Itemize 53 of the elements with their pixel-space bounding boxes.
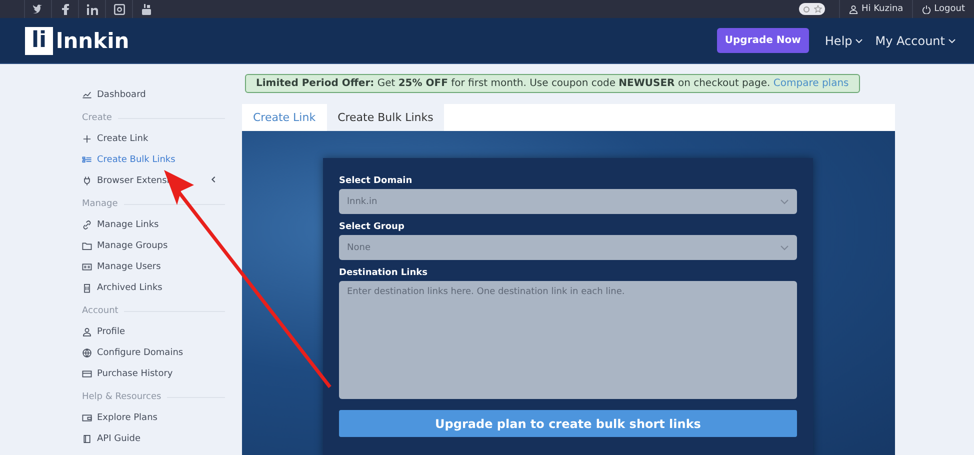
sidebar-item[interactable]: Create Link [82, 128, 225, 149]
plug-icon [82, 176, 92, 186]
sidebar-item[interactable]: Dashboard [82, 84, 225, 105]
chevron-down-icon [780, 244, 789, 250]
theme-toggle[interactable] [799, 3, 826, 15]
card-icon [82, 368, 92, 378]
section-heading: Manage [82, 199, 118, 209]
twitter-icon[interactable] [32, 4, 44, 14]
sidebar-item[interactable]: Browser Extensi [82, 170, 225, 191]
facebook-icon[interactable] [60, 4, 70, 14]
sidebar-item[interactable]: Purchase History [82, 363, 225, 384]
sidebar-item[interactable]: Configure Domains [82, 342, 225, 363]
sidebar-item[interactable]: Manage Users [82, 256, 225, 277]
linkedin-icon[interactable] [86, 4, 98, 14]
sidebar-item[interactable]: Manage Links [82, 214, 225, 235]
upgrade-button[interactable]: Upgrade Now [716, 28, 809, 53]
sidebar-item[interactable]: Manage Groups [82, 235, 225, 256]
chevron-down-icon [780, 198, 789, 204]
link-icon [82, 220, 92, 230]
chevron-down-icon [948, 36, 956, 44]
list-icon [82, 154, 92, 164]
plus-icon [82, 134, 92, 144]
star-icon [814, 5, 822, 13]
sidebar-item[interactable]: Profile [82, 321, 225, 342]
bin-icon [82, 282, 92, 292]
wallet-icon [82, 412, 92, 422]
chart-icon [82, 90, 92, 100]
sidebar-item[interactable]: API Guide [82, 428, 225, 449]
nav-menu[interactable]: My Account [869, 34, 962, 48]
tab[interactable]: Create Bulk Links [326, 104, 444, 131]
person-icon [82, 326, 92, 336]
field-label: Destination Links [339, 268, 428, 278]
sidebar-item[interactable]: Archived Links [82, 277, 225, 298]
offer-banner: Limited Period Offer: Get 25% OFF for first month. Use coupon code NEWUSER on checkout page. Compare plans [245, 74, 860, 93]
field-label: Select Domain [339, 176, 414, 186]
section-heading: Help & Resources [82, 392, 162, 402]
power-icon [922, 4, 932, 14]
folder-icon [82, 240, 92, 250]
logo-text[interactable]: lnnkin [56, 28, 130, 52]
sidebar-item[interactable]: Explore Plans [82, 407, 225, 428]
section-heading: Create [82, 113, 112, 123]
chevron-down-icon [855, 36, 864, 44]
field-label: Select Group [339, 222, 406, 232]
links-input-field[interactable]: Enter destination links here. One destination link in each line. [339, 281, 797, 399]
book-icon [82, 434, 92, 444]
logo-mark[interactable]: li [25, 26, 53, 54]
instagram-icon[interactable] [114, 4, 124, 14]
user-icon [849, 4, 858, 14]
section-heading: Account [82, 306, 118, 316]
chevron-left-icon [210, 176, 217, 182]
globe-icon [82, 348, 92, 358]
nav-menu[interactable]: Help [818, 34, 870, 48]
sidebar-item[interactable]: Create Bulk Links [82, 149, 225, 170]
